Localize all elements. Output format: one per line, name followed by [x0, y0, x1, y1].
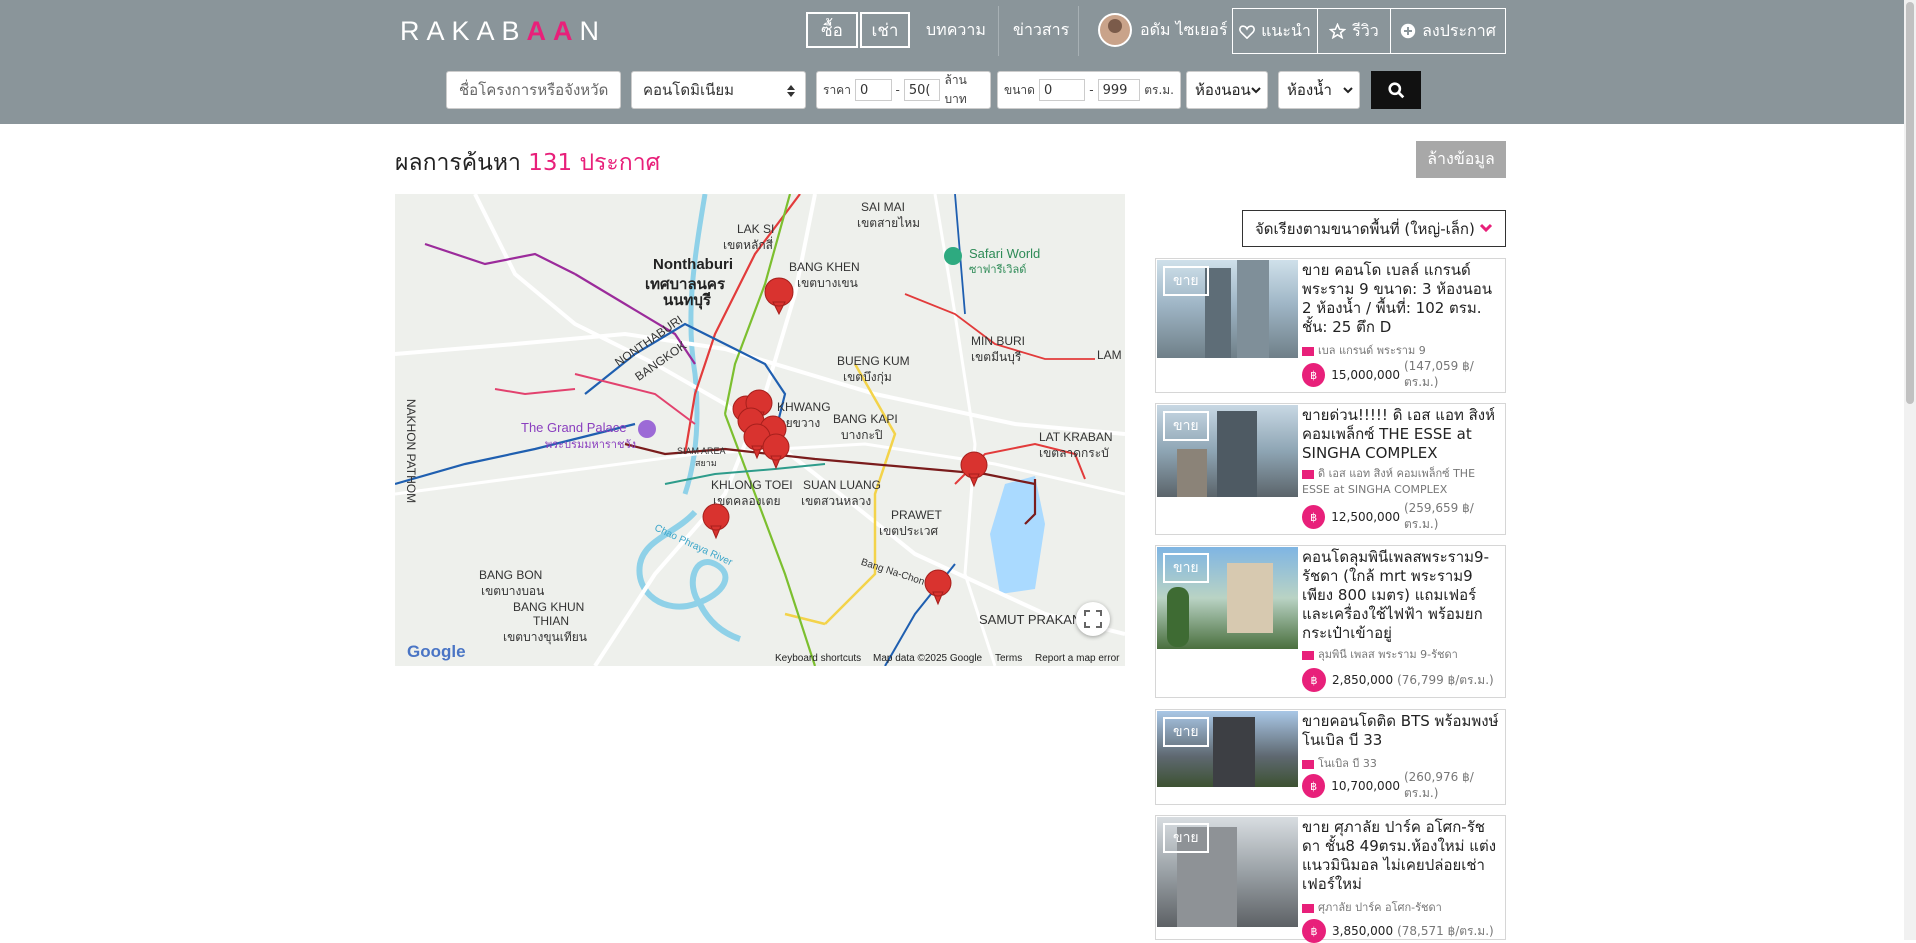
recommend-button[interactable]: แนะนำ	[1232, 8, 1318, 54]
nav-divider	[1078, 6, 1079, 56]
listing-price: ฿ 12,500,000 (259,659 ฿/ตร.ม.)	[1302, 501, 1505, 531]
price-min-input[interactable]: 0	[854, 79, 892, 101]
property-type-select[interactable]: คอนโดมิเนียม	[631, 71, 806, 109]
baht-icon: ฿	[1302, 919, 1326, 943]
buy-button[interactable]: ซื้อ	[806, 12, 858, 48]
heart-icon	[1239, 24, 1256, 39]
keyboard-shortcuts-link[interactable]: Keyboard shortcuts	[775, 653, 861, 664]
keyword-input[interactable]: ชื่อโครงการหรือจังหวัด	[446, 71, 621, 109]
listing-project: เบล แกรนด์ พระราม 9	[1302, 343, 1502, 359]
size-max-input[interactable]: 999	[1097, 79, 1141, 101]
results-count: 131 ประกาศ	[528, 150, 661, 176]
listing-title[interactable]: ขายคอนโดติด BTS พร้อมพงษ์ โนเบิล บี 33	[1302, 712, 1502, 750]
listing-title[interactable]: ขาย ศุภาลัย ปาร์ค อโศก-รัชดา ชั้น8 49ตรม…	[1302, 818, 1502, 894]
google-logo: Google	[407, 642, 466, 661]
page-scrollbar[interactable]	[1904, 0, 1916, 940]
sale-badge: ขาย	[1163, 411, 1209, 441]
building-icon	[1302, 903, 1314, 913]
chevron-down-icon	[1343, 87, 1353, 94]
map-pin[interactable]	[702, 503, 730, 540]
chevron-down-icon	[1251, 87, 1261, 94]
price-range-filter: ราคา 0 - 50( ล้านบาท	[816, 71, 991, 109]
star-icon	[1329, 23, 1347, 39]
size-min-input[interactable]: 0	[1038, 79, 1086, 101]
listing-card[interactable]: ขาย ขายด่วน!!!!! ดิ เอส แอท สิงห์ คอมเพล…	[1155, 403, 1506, 535]
review-button[interactable]: รีวิว	[1317, 8, 1391, 54]
bedroom-select[interactable]: ห้องนอน	[1186, 71, 1268, 109]
map-pin[interactable]	[960, 451, 988, 488]
listing-pins	[702, 277, 988, 606]
sale-badge: ขาย	[1163, 266, 1209, 296]
listing-price: ฿ 3,850,000 (78,571 ฿/ตร.ม.)	[1302, 919, 1494, 943]
listing-card[interactable]: ขาย คอนโดลุมพินีเพลสพระราม9-รัชดา (ใกล้ …	[1155, 545, 1506, 698]
building-icon	[1302, 346, 1314, 356]
listing-title[interactable]: ขาย คอนโด เบลล์ แกรนด์ พระราม 9 ขนาด: 3 …	[1302, 261, 1502, 337]
listing-price: ฿ 2,850,000 (76,799 ฿/ตร.ม.)	[1302, 668, 1494, 692]
sort-select[interactable]: จัดเรียงตามขนาดพื้นที่ (ใหญ่-เล็ก)	[1242, 210, 1506, 247]
results-title: ผลการค้นหา 131 ประกาศ	[395, 150, 661, 176]
updown-arrow-icon	[787, 85, 795, 97]
search-button[interactable]	[1371, 71, 1421, 109]
terms-link[interactable]: Terms	[995, 653, 1022, 664]
news-link[interactable]: ข่าวสาร	[1013, 12, 1069, 48]
listing-photo: ขาย	[1157, 405, 1298, 497]
listing-project: ดิ เอส แอท สิงห์ คอมเพล็กซ์ THE ESSE at …	[1302, 467, 1476, 496]
post-listing-button[interactable]: ลงประกาศ	[1390, 8, 1506, 54]
search-icon	[1387, 81, 1404, 98]
listing-project: ศุภาลัย ปาร์ค อโศก-รัชดา	[1302, 900, 1502, 916]
rent-button[interactable]: เช่า	[860, 12, 910, 48]
listing-title[interactable]: คอนโดลุมพินีเพลสพระราม9-รัชดา (ใกล้ mrt …	[1302, 548, 1502, 643]
fullscreen-button[interactable]	[1076, 602, 1110, 636]
sale-badge: ขาย	[1163, 553, 1209, 583]
building-icon	[1302, 650, 1314, 660]
user-menu[interactable]: อดัม ไซเยอร์	[1098, 12, 1228, 48]
size-range-filter: ขนาด 0 - 999 ตร.ม.	[997, 71, 1181, 109]
listing-card[interactable]: ขาย ขาย ศุภาลัย ปาร์ค อโศก-รัชดา ชั้น8 4…	[1155, 815, 1506, 943]
listing-photo: ขาย	[1157, 547, 1298, 649]
listing-title[interactable]: ขายด่วน!!!!! ดิ เอส แอท สิงห์ คอมเพล็กซ์…	[1302, 406, 1502, 463]
clear-button[interactable]: ล้างข้อมูล	[1416, 141, 1506, 178]
report-map-error-link[interactable]: Report a map error	[1035, 653, 1119, 664]
baht-icon: ฿	[1302, 363, 1326, 387]
rakabaan-logo[interactable]: RAKAB AA N	[400, 16, 606, 46]
listing-photo: ขาย	[1157, 260, 1298, 358]
articles-link[interactable]: บทความ	[926, 12, 986, 48]
map-data-attribution: Map data ©2025 Google	[873, 653, 983, 664]
top-header: RAKAB AA N ซื้อ เช่า บทความ ข่าวสาร อดัม ไ…	[0, 0, 1904, 124]
user-name: อดัม ไซเยอร์	[1140, 19, 1228, 39]
listing-photo: ขาย	[1157, 711, 1298, 787]
listing-card[interactable]: ขาย ขาย คอนโด เบลล์ แกรนด์ พระราม 9 ขนาด…	[1155, 258, 1506, 393]
nav-divider	[998, 6, 999, 56]
results-map[interactable]: Nonthaburi เทศบาลนคร นนทบุรี The Grand P…	[395, 194, 1125, 666]
expand-icon	[1084, 610, 1102, 628]
building-icon	[1302, 469, 1314, 479]
map-pin[interactable]	[924, 569, 952, 606]
chevron-down-icon	[1479, 223, 1493, 233]
baht-icon: ฿	[1302, 668, 1326, 692]
listing-card[interactable]: ขาย ขายคอนโดติด BTS พร้อมพงษ์ โนเบิล บี …	[1155, 709, 1506, 805]
sale-badge: ขาย	[1163, 717, 1209, 747]
building-icon	[1302, 759, 1314, 769]
baht-icon: ฿	[1302, 774, 1326, 798]
scrollbar-thumb[interactable]	[1906, 2, 1914, 404]
plus-circle-icon	[1400, 23, 1416, 39]
listing-price: ฿ 10,700,000 (260,976 ฿/ตร.ม.)	[1302, 770, 1505, 800]
user-avatar	[1098, 13, 1132, 47]
bathroom-select[interactable]: ห้องน้ำ	[1278, 71, 1360, 109]
listing-price: ฿ 15,000,000 (147,059 ฿/ตร.ม.)	[1302, 359, 1505, 389]
price-max-input[interactable]: 50(	[903, 79, 941, 101]
map-pin[interactable]	[764, 277, 794, 316]
map-pin[interactable]	[762, 433, 790, 470]
listing-project: ลุมพินี เพลส พระราม 9-รัชดา	[1302, 647, 1502, 663]
sale-badge: ขาย	[1163, 823, 1209, 853]
listing-photo: ขาย	[1157, 817, 1298, 927]
baht-icon: ฿	[1302, 505, 1326, 529]
